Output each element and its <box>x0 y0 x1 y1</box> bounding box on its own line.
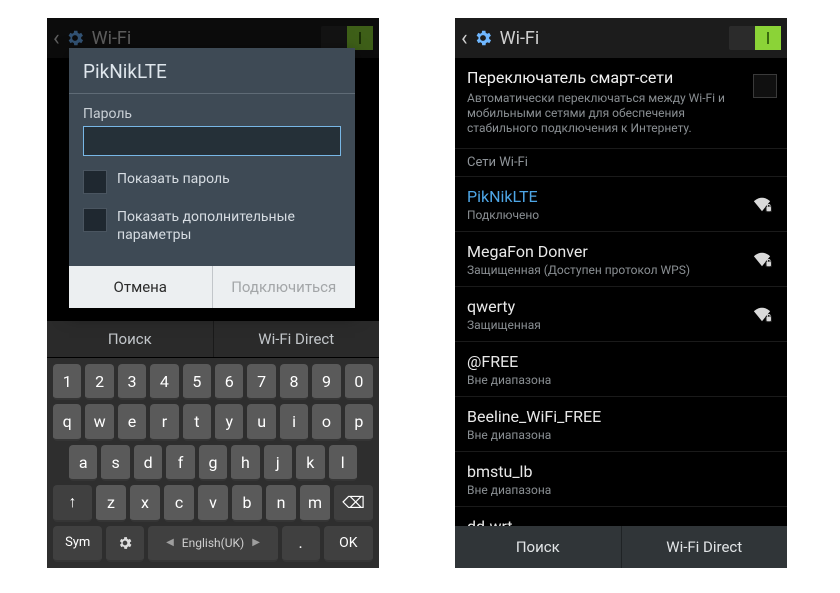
network-status: Защищенная (Доступен протокол WPS) <box>467 263 749 277</box>
key-backspace[interactable]: ⌫ <box>334 485 373 521</box>
wifi-signal-icon <box>749 250 775 268</box>
wifi-connect-dialog: PikNikLTE Пароль Показать пароль Показат… <box>69 48 355 308</box>
network-name: qwerty <box>467 297 749 316</box>
wifi-signal-icon <box>749 195 775 213</box>
wifi-toggle[interactable] <box>729 26 781 50</box>
key-space[interactable]: ◀English(UK)▶ <box>148 526 277 562</box>
network-status: Вне диапазона <box>467 373 749 387</box>
key-a[interactable]: a <box>69 445 97 481</box>
key-2[interactable]: 2 <box>85 364 113 400</box>
action-search[interactable]: Поиск <box>455 526 621 568</box>
key-sym[interactable]: Sym <box>53 526 102 562</box>
password-label: Пароль <box>83 106 341 122</box>
gear-icon <box>472 27 494 49</box>
smart-switch-title: Переключатель смарт-сети <box>467 68 775 87</box>
key-p[interactable]: p <box>345 404 373 440</box>
connect-button[interactable]: Подключиться <box>213 266 356 308</box>
password-field[interactable] <box>83 126 341 156</box>
key-o[interactable]: o <box>312 404 340 440</box>
key-k[interactable]: k <box>296 445 324 481</box>
key-g[interactable]: g <box>199 445 227 481</box>
network-item[interactable]: PikNikLTE Подключено <box>455 177 787 232</box>
key-u[interactable]: u <box>247 404 275 440</box>
key-t[interactable]: t <box>183 404 211 440</box>
network-item[interactable]: MegaFon Donver Защищенная (Доступен прото… <box>455 232 787 287</box>
key-i[interactable]: i <box>280 404 308 440</box>
show-password-checkbox[interactable] <box>83 170 107 194</box>
key-r[interactable]: r <box>150 404 178 440</box>
network-name: Beeline_WiFi_FREE <box>467 407 749 426</box>
key-6[interactable]: 6 <box>215 364 243 400</box>
network-name: bmstu_lb <box>467 462 749 481</box>
key-n[interactable]: n <box>266 485 296 521</box>
network-name: PikNikLTE <box>467 187 749 206</box>
back-icon[interactable]: ‹ <box>461 26 472 51</box>
action-wifi-direct[interactable]: Wi-Fi Direct <box>621 526 788 568</box>
key-e[interactable]: e <box>118 404 146 440</box>
smart-switch-desc: Автоматически переключаться между Wi-Fi … <box>467 91 775 136</box>
smart-switch-checkbox[interactable] <box>753 74 777 98</box>
divider <box>69 93 355 94</box>
network-status: Защищенная <box>467 318 749 332</box>
key-shift[interactable]: ↑ <box>53 485 92 521</box>
network-status: Вне диапазона <box>467 483 749 497</box>
key-8[interactable]: 8 <box>280 364 308 400</box>
key-settings[interactable] <box>106 526 144 562</box>
key-7[interactable]: 7 <box>247 364 275 400</box>
advanced-options-checkbox[interactable] <box>83 208 107 232</box>
key-y[interactable]: y <box>215 404 243 440</box>
network-name: MegaFon Donver <box>467 242 749 261</box>
key-x[interactable]: x <box>130 485 160 521</box>
phone-left: ‹ Wi-Fi Поиск Wi-Fi Direct PikNikLTE Пар… <box>47 18 379 568</box>
network-item[interactable]: qwerty Защищенная <box>455 287 787 342</box>
key-3[interactable]: 3 <box>118 364 146 400</box>
key-l[interactable]: l <box>329 445 357 481</box>
key-q[interactable]: q <box>53 404 81 440</box>
network-name: @FREE <box>467 352 749 371</box>
key-9[interactable]: 9 <box>312 364 340 400</box>
key-d[interactable]: d <box>134 445 162 481</box>
key-f[interactable]: f <box>166 445 194 481</box>
key-h[interactable]: h <box>231 445 259 481</box>
advanced-options-label: Показать дополнительные параметры <box>117 208 341 244</box>
key-w[interactable]: w <box>85 404 113 440</box>
key-4[interactable]: 4 <box>150 364 178 400</box>
key-ok[interactable]: OK <box>324 526 373 562</box>
key-m[interactable]: m <box>300 485 330 521</box>
network-status: Подключено <box>467 208 749 222</box>
network-list: PikNikLTE Подключено MegaFon Donver Защищен… <box>455 177 787 562</box>
network-item[interactable]: Beeline_WiFi_FREE Вне диапазона <box>455 397 787 452</box>
key-1[interactable]: 1 <box>53 364 81 400</box>
key-z[interactable]: z <box>96 485 126 521</box>
bottom-actions: Поиск Wi-Fi Direct <box>455 526 787 568</box>
key-j[interactable]: j <box>264 445 292 481</box>
key-0[interactable]: 0 <box>345 364 373 400</box>
key-dot[interactable]: . <box>282 526 320 562</box>
network-status: Вне диапазона <box>467 428 749 442</box>
network-item[interactable]: @FREE Вне диапазона <box>455 342 787 397</box>
network-item[interactable]: bmstu_lb Вне диапазона <box>455 452 787 507</box>
key-s[interactable]: s <box>101 445 129 481</box>
key-c[interactable]: c <box>164 485 194 521</box>
dialog-title: PikNikLTE <box>69 48 355 93</box>
key-v[interactable]: v <box>198 485 228 521</box>
networks-section-title: Сети Wi-Fi <box>455 149 787 177</box>
cancel-button[interactable]: Отмена <box>69 266 212 308</box>
bottom-nav: Поиск Wi-Fi Direct <box>47 321 379 357</box>
header: ‹ Wi-Fi <box>455 18 787 58</box>
show-password-label: Показать пароль <box>117 170 230 188</box>
wifi-signal-icon <box>749 305 775 323</box>
phone-right: ‹ Wi-Fi Переключатель смарт-сети Автомат… <box>455 18 787 568</box>
key-5[interactable]: 5 <box>183 364 211 400</box>
nav-search[interactable]: Поиск <box>47 321 213 357</box>
header-title: Wi-Fi <box>500 28 540 49</box>
keyboard: 1234567890 qwertyuiop asdfghjkl ↑zxcvbnm… <box>47 358 379 568</box>
key-b[interactable]: b <box>232 485 262 521</box>
smart-network-switch[interactable]: Переключатель смарт-сети Автоматически п… <box>455 58 787 149</box>
nav-wifi-direct[interactable]: Wi-Fi Direct <box>213 321 380 357</box>
